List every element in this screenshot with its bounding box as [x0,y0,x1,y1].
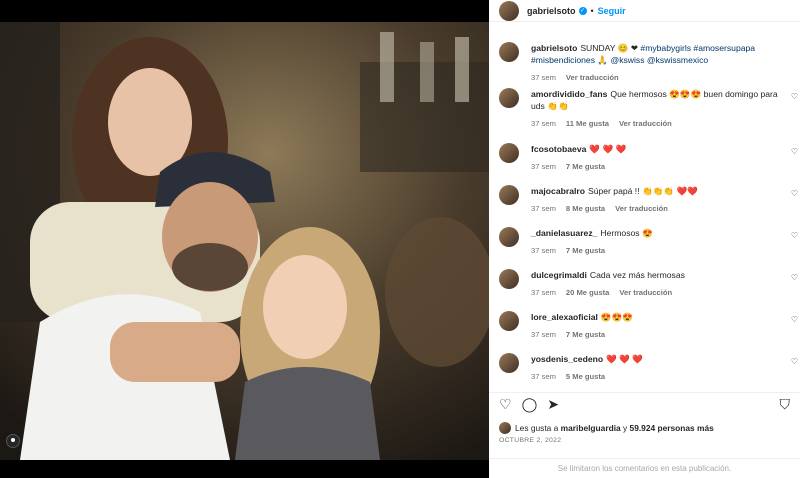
comment-avatar[interactable] [499,269,519,289]
comment-text: ❤️ ❤️ ❤️ [606,354,644,364]
author-avatar[interactable] [499,0,519,21]
comment-username[interactable]: fcosotobaeva [531,144,586,154]
comment-likes[interactable]: 7 Me gusta [566,245,605,257]
post-header: gabrielsoto ✓ • Seguir [489,0,800,22]
comment-time: 37 sem [531,372,556,381]
comment-icon[interactable]: ◯ [522,397,538,411]
follow-button[interactable]: Seguir [598,6,626,16]
user-tag-icon[interactable] [6,434,20,448]
caption-translate-link[interactable]: Ver traducción [566,72,619,84]
comment-text: Súper papá !! 👏👏👏 ❤️❤️ [587,186,698,196]
comment-avatar[interactable] [499,227,519,247]
caption-avatar[interactable] [499,42,519,62]
comment-translate-link[interactable]: Ver traducción [619,118,672,130]
comment-time: 37 sem [531,330,556,339]
comment-time: 37 sem [531,288,556,297]
verified-badge-icon: ✓ [578,6,587,15]
caption-username[interactable]: gabrielsoto [531,43,577,53]
comment-time: 37 sem [531,119,556,128]
comment-like-icon[interactable]: ♡ [791,315,798,324]
comment-like-icon[interactable]: ♡ [791,357,798,366]
photo-pane [0,0,489,478]
like-icon[interactable]: ♡ [499,397,512,411]
comment-avatar[interactable] [499,88,519,108]
comment-likes[interactable]: 5 Me gusta [566,371,605,383]
comment-like-icon[interactable]: ♡ [791,273,798,282]
liker-username[interactable]: maribelguardia [561,423,621,433]
comment-translate-link[interactable]: Ver traducción [619,287,672,299]
comment-like-icon[interactable]: ♡ [791,147,798,156]
comment-text: ❤️ ❤️ ❤️ [589,144,627,154]
comment-likes[interactable]: 11 Me gusta [566,118,609,130]
comment-translate-link[interactable]: Ver traducción [615,203,668,215]
caption-time: 37 sem [531,73,556,82]
comment-likes[interactable]: 20 Me gusta [566,287,609,299]
comment-item: _danielasuarez_ Hermosos 😍 37 sem 7 Me gu… [489,227,800,269]
comment-avatar[interactable] [499,185,519,205]
likes-prefix: Les gusta a [515,423,559,433]
comment-username[interactable]: amordividido_fans [531,89,607,99]
comment-item: fcosotobaeva ❤️ ❤️ ❤️ 37 sem 7 Me gusta ♡ [489,143,800,185]
comment-like-icon[interactable]: ♡ [791,92,798,101]
comment-username[interactable]: dulcegrimaldi [531,270,587,280]
likes-summary: Les gusta a maribelguardia y 59.924 pers… [499,422,714,434]
comment-text: Hermosos 😍 [600,228,653,238]
comment-avatar[interactable] [499,143,519,163]
comment-time: 37 sem [531,246,556,255]
comment-text: Cada vez más hermosas [589,270,685,280]
comment-like-icon[interactable]: ♡ [791,189,798,198]
likes-count[interactable]: 59.924 personas más [630,423,714,433]
photo-illustration [0,22,489,460]
action-bar: ♡ ◯ ➤ ⛉ [489,392,800,414]
post-sidebar: gabrielsoto ✓ • Seguir gabrielsoto SUNDAY… [489,0,800,478]
post-date: OCTUBRE 2, 2022 [499,437,562,444]
comment-item: amordividido_fans Que hermosos 😍😍😍 buen d… [489,88,800,143]
comment-avatar[interactable] [499,311,519,331]
comment-item: majocabralro Súper papá !! 👏👏👏 ❤️❤️ 37 se… [489,185,800,227]
comment-likes[interactable]: 7 Me gusta [566,161,605,173]
comment-like-icon[interactable]: ♡ [791,231,798,240]
comment-username[interactable]: yosdenis_cedeno [531,354,603,364]
comment-time: 37 sem [531,204,556,213]
comment-username[interactable]: _danielasuarez_ [531,228,597,238]
bookmark-icon[interactable]: ⛉ [780,397,791,411]
separator-dot: • [590,5,594,16]
comment-username[interactable]: majocabralro [531,186,585,196]
comment-time: 37 sem [531,162,556,171]
caption: gabrielsoto SUNDAY 😊 ❤ #mybabygirls #amos… [489,42,800,88]
comment-item: dulcegrimaldi Cada vez más hermosas 37 se… [489,269,800,311]
comment-likes[interactable]: 8 Me gusta [566,203,605,215]
liker-avatar[interactable] [499,422,511,434]
comment-item: yosdenis_cedeno ❤️ ❤️ ❤️ 37 sem 5 Me gust… [489,353,800,388]
post-photo[interactable] [0,22,489,460]
comments-list[interactable]: gabrielsoto SUNDAY 😊 ❤ #mybabygirls #amos… [489,36,800,388]
comment-item: lore_alexaoficial 😍😍😍 37 sem 7 Me gusta ♡ [489,311,800,353]
comment-avatar[interactable] [499,353,519,373]
author-username[interactable]: gabrielsoto [527,6,576,16]
comment-username[interactable]: lore_alexaoficial [531,312,598,322]
comment-text: 😍😍😍 [600,312,633,322]
comments-limited-notice: Se limitaron los comentarios en esta pub… [489,458,800,478]
caption-text: SUNDAY 😊 ❤ [580,43,639,53]
comment-likes[interactable]: 7 Me gusta [566,329,605,341]
likes-middle: y [623,423,628,433]
share-icon[interactable]: ➤ [547,397,559,411]
